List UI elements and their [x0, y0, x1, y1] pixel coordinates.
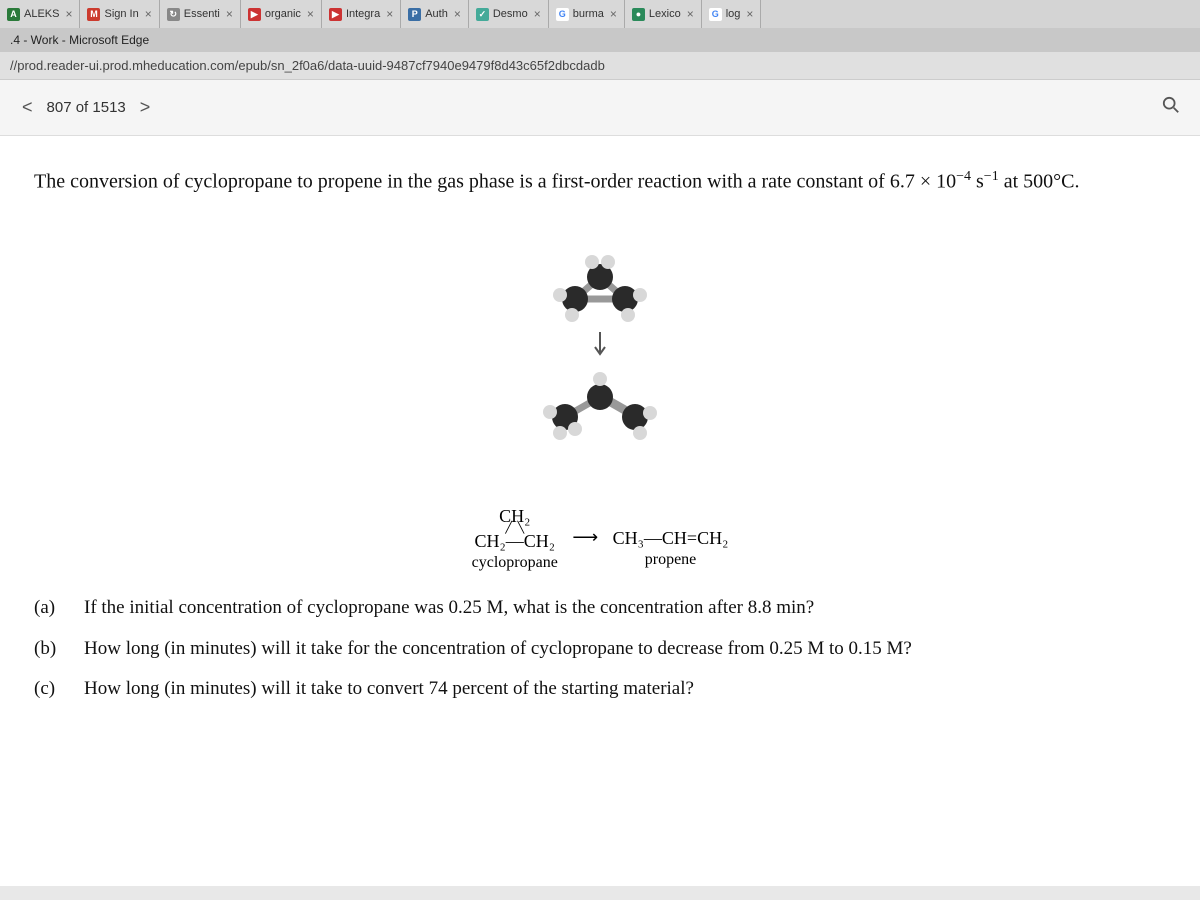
- problem-prefix: The conversion of cyclopropane to propen…: [34, 171, 890, 193]
- problem-suffix: at 500°C.: [999, 171, 1080, 193]
- browser-tabs: A ALEKS × M Sign In × ↻ Essenti × ▶ organic × ▶ Integ…: [0, 0, 1200, 28]
- q-b-text: How long (in minutes) will it take for t…: [84, 632, 912, 666]
- question-list: (a) If the initial concentration of cycl…: [34, 591, 1166, 706]
- page-content: The conversion of cyclopropane to propen…: [0, 136, 1200, 886]
- question-c: (c) How long (in minutes) will it take t…: [34, 672, 1166, 706]
- molecule-svg: [470, 217, 730, 477]
- browser-tab[interactable]: ✓ Desmo ×: [469, 0, 549, 28]
- reaction-arrow-icon: ⟶: [572, 527, 598, 547]
- browser-tab[interactable]: A ALEKS ×: [0, 0, 80, 28]
- propene-formula: CH₃—CH=CH₂: [613, 529, 729, 549]
- next-page-button[interactable]: >: [132, 95, 159, 120]
- url-bar[interactable]: //prod.reader-ui.prod.mheducation.com/ep…: [0, 52, 1200, 80]
- q-b-label: (b): [34, 632, 64, 666]
- tab-label: log: [726, 8, 741, 20]
- tab-close-icon[interactable]: ×: [610, 7, 617, 21]
- browser-tab[interactable]: P Auth ×: [401, 0, 469, 28]
- rate-unit-exp: −1: [984, 169, 999, 184]
- rate-exp: −4: [956, 169, 971, 184]
- tab-favicon-icon: ↻: [167, 8, 180, 21]
- browser-tab[interactable]: M Sign In ×: [80, 0, 159, 28]
- tab-label: Integra: [346, 8, 380, 20]
- tab-close-icon[interactable]: ×: [746, 7, 753, 21]
- tab-close-icon[interactable]: ×: [386, 7, 393, 21]
- rate-constant: 6.7 × 10: [890, 171, 956, 193]
- cyclo-bottom: CH₂—CH₂: [474, 532, 555, 552]
- page-current: 807: [47, 99, 72, 116]
- propene-structure: CH₃—CH=CH₂ propene: [613, 509, 729, 568]
- page-total: 1513: [92, 99, 125, 116]
- q-a-label: (a): [34, 591, 64, 625]
- browser-tab[interactable]: ▶ organic ×: [241, 0, 322, 28]
- tab-close-icon[interactable]: ×: [307, 7, 314, 21]
- tab-favicon-icon: ●: [632, 8, 645, 21]
- tab-close-icon[interactable]: ×: [145, 7, 152, 21]
- tab-favicon-icon: ✓: [476, 8, 489, 21]
- window-title: .4 - Work - Microsoft Edge: [0, 28, 1200, 52]
- page-of: of: [76, 99, 89, 116]
- molecule-diagram: [34, 217, 1166, 477]
- tab-close-icon[interactable]: ×: [65, 7, 72, 21]
- page-counter: 807 of 1513: [47, 99, 126, 116]
- tab-label: burma: [573, 8, 604, 20]
- tab-label: Essenti: [184, 8, 220, 20]
- propene-label: propene: [645, 551, 697, 569]
- q-a-text: If the initial concentration of cyclopro…: [84, 591, 814, 625]
- cyclopropane-structure: CH₂ ╱ ╲ CH₂—CH₂ cyclopropane: [472, 507, 558, 572]
- tab-favicon-icon: G: [556, 8, 569, 21]
- search-button[interactable]: [1156, 90, 1186, 125]
- tab-label: Lexico: [649, 8, 681, 20]
- cyclo-label: cyclopropane: [472, 554, 558, 572]
- question-a: (a) If the initial concentration of cycl…: [34, 591, 1166, 625]
- tab-label: ALEKS: [24, 8, 59, 20]
- q-c-text: How long (in minutes) will it take to co…: [84, 672, 694, 706]
- chemical-equation: CH₂ ╱ ╲ CH₂—CH₂ cyclopropane ⟶ CH₃—CH=CH…: [34, 507, 1166, 572]
- browser-tab[interactable]: Gburma ×: [549, 0, 625, 28]
- tab-favicon-icon: M: [87, 8, 100, 21]
- tab-label: Desmo: [493, 8, 528, 20]
- tab-favicon-icon: P: [408, 8, 421, 21]
- browser-tab[interactable]: Glog ×: [702, 0, 762, 28]
- problem-statement: The conversion of cyclopropane to propen…: [34, 166, 1166, 197]
- question-b: (b) How long (in minutes) will it take f…: [34, 632, 1166, 666]
- tab-label: organic: [265, 8, 301, 20]
- rate-unit: s: [971, 171, 984, 193]
- tab-label: Sign In: [104, 8, 138, 20]
- q-c-label: (c): [34, 672, 64, 706]
- search-icon: [1162, 96, 1180, 114]
- tab-close-icon[interactable]: ×: [454, 7, 461, 21]
- tab-favicon-icon: ▶: [329, 8, 342, 21]
- tab-favicon-icon: A: [7, 8, 20, 21]
- tab-close-icon[interactable]: ×: [534, 7, 541, 21]
- browser-tab[interactable]: ↻ Essenti ×: [160, 0, 241, 28]
- tab-favicon-icon: G: [709, 8, 722, 21]
- tab-close-icon[interactable]: ×: [687, 7, 694, 21]
- tab-label: Auth: [425, 8, 448, 20]
- prev-page-button[interactable]: <: [14, 95, 41, 120]
- tab-favicon-icon: ▶: [248, 8, 261, 21]
- browser-tab[interactable]: ▶ Integra ×: [322, 0, 401, 28]
- tab-close-icon[interactable]: ×: [226, 7, 233, 21]
- page-navigation: < 807 of 1513 >: [0, 80, 1200, 136]
- browser-tab[interactable]: ● Lexico ×: [625, 0, 702, 28]
